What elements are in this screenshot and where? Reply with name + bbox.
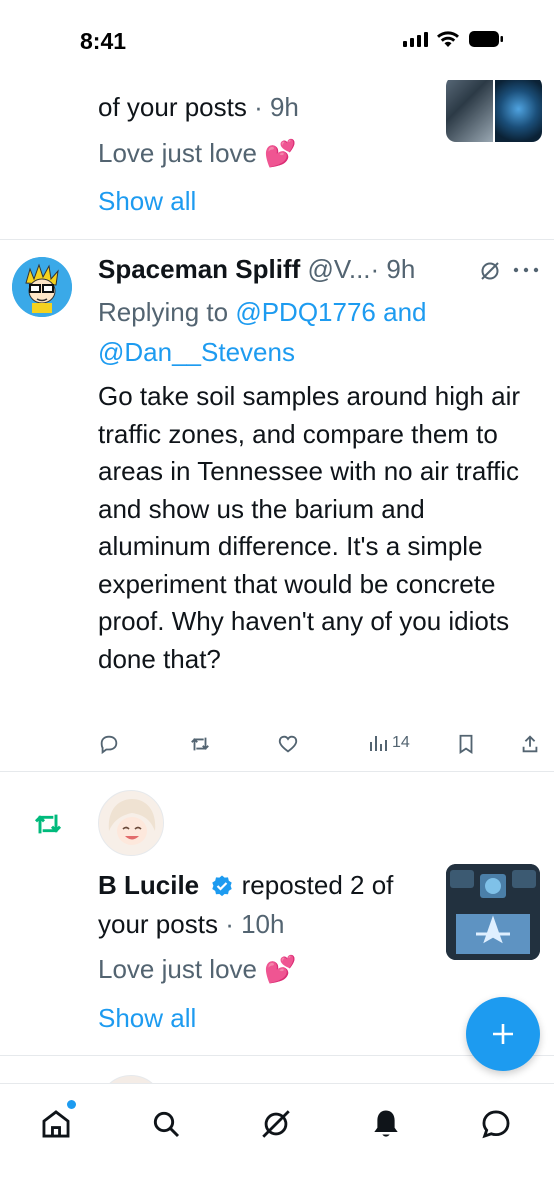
status-bar: 8:41 bbox=[0, 0, 554, 80]
bookmark-button[interactable] bbox=[456, 733, 476, 755]
show-all-link[interactable]: Show all bbox=[98, 186, 196, 217]
notification-like-time: · 9h bbox=[254, 92, 299, 122]
divider bbox=[0, 1055, 554, 1056]
avatar-image bbox=[99, 791, 163, 855]
mention-link[interactable]: @PDQ1776 bbox=[235, 297, 376, 327]
signal-icon bbox=[403, 31, 428, 47]
share-button[interactable] bbox=[520, 733, 540, 755]
thumbnail-image bbox=[495, 76, 542, 142]
compose-button[interactable] bbox=[466, 997, 540, 1071]
like-button[interactable] bbox=[276, 733, 300, 755]
battery-icon bbox=[469, 31, 503, 47]
divider bbox=[0, 239, 554, 240]
search-icon bbox=[153, 1111, 180, 1138]
more-icon[interactable] bbox=[512, 266, 540, 274]
nav-home[interactable] bbox=[36, 1100, 76, 1144]
repost-line2: your posts bbox=[98, 909, 218, 939]
replying-to: Replying to @PDQ1776 and @Dan__Stevens bbox=[98, 292, 538, 372]
repost-action: reposted 2 of bbox=[241, 870, 394, 900]
avatar-image bbox=[12, 257, 72, 317]
notification-like-text: of your posts · 9h bbox=[98, 92, 299, 123]
nav-search[interactable] bbox=[146, 1104, 186, 1144]
grok-icon[interactable] bbox=[478, 259, 502, 283]
views-icon bbox=[370, 736, 387, 751]
nav-messages[interactable] bbox=[476, 1104, 516, 1144]
wifi-icon bbox=[437, 31, 459, 47]
notification-like-preview: Love just love 💕 bbox=[98, 138, 297, 168]
status-icons bbox=[403, 30, 504, 48]
grok-icon bbox=[262, 1110, 290, 1138]
reply-icon bbox=[100, 735, 118, 755]
thumbnail-image bbox=[446, 76, 493, 142]
tweet-actions: 14 bbox=[98, 733, 543, 759]
replying-to-prefix: Replying to bbox=[98, 297, 236, 327]
nav-notifications[interactable] bbox=[366, 1104, 406, 1144]
verified-icon bbox=[212, 875, 233, 897]
divider bbox=[0, 771, 554, 772]
like-icon bbox=[278, 735, 298, 753]
notification-repost-preview: Love just love 💕 bbox=[98, 954, 297, 984]
retweet-button[interactable] bbox=[188, 733, 212, 755]
notification-like-line: of your posts bbox=[98, 92, 247, 122]
messages-icon bbox=[482, 1110, 510, 1139]
tweet-time: · 9h bbox=[370, 254, 416, 284]
notification-repost-text: B Lucile reposted 2 of bbox=[98, 870, 393, 901]
show-all-link[interactable]: Show all bbox=[98, 1003, 196, 1034]
share-icon bbox=[522, 735, 538, 753]
tweet-text: Go take soil samples around high air tra… bbox=[98, 381, 521, 674]
repost-time: · 10h bbox=[225, 909, 285, 939]
notification-repost-line2: your posts · 10h bbox=[98, 909, 284, 940]
bottom-nav bbox=[0, 1083, 554, 1199]
bell-icon bbox=[374, 1110, 398, 1137]
views-button[interactable]: 14 bbox=[368, 733, 410, 753]
nav-grok[interactable] bbox=[256, 1104, 296, 1144]
avatar[interactable] bbox=[12, 257, 72, 317]
views-count: 14 bbox=[392, 734, 410, 751]
reply-button[interactable] bbox=[98, 733, 120, 755]
reposted-post-thumbnail[interactable] bbox=[446, 864, 540, 960]
status-time: 8:41 bbox=[80, 28, 127, 54]
mention-link[interactable]: @Dan__Stevens bbox=[98, 337, 295, 367]
unread-dot bbox=[67, 1100, 76, 1109]
bookmark-icon bbox=[459, 734, 473, 754]
home-icon bbox=[42, 1110, 70, 1138]
avatar[interactable] bbox=[98, 790, 164, 856]
display-name[interactable]: Spaceman Spliff bbox=[98, 254, 300, 284]
handle[interactable]: @V... bbox=[308, 254, 371, 284]
retweet-icon bbox=[191, 737, 209, 751]
cockpit-image bbox=[446, 864, 540, 960]
replying-to-and: and bbox=[375, 297, 427, 327]
actor-name[interactable]: B Lucile bbox=[98, 870, 199, 900]
plus-icon bbox=[493, 1024, 513, 1044]
tweet-header: Spaceman Spliff @V...· 9h bbox=[98, 254, 415, 285]
liked-post-thumbnails[interactable] bbox=[446, 76, 542, 142]
retweet-icon bbox=[34, 814, 62, 834]
